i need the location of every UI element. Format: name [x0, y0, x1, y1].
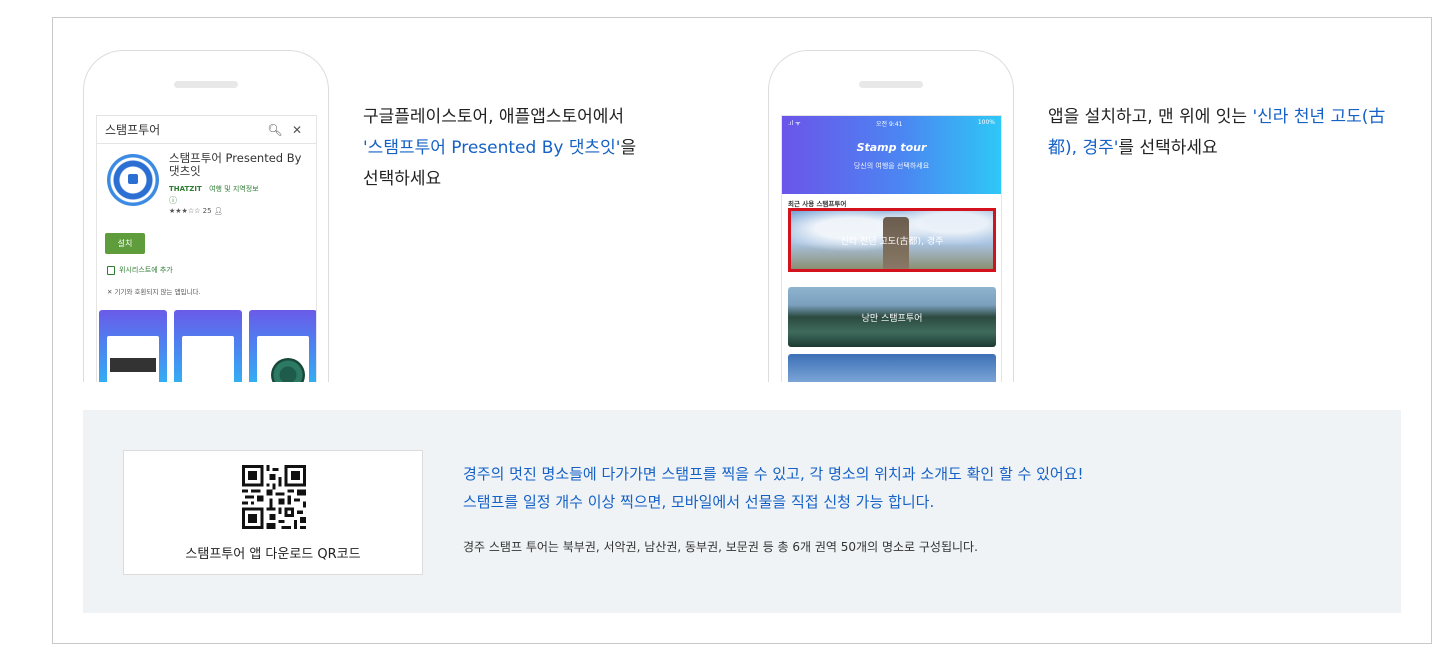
- stamptour-phone-mockup: .ıl ᯤ 오전 9:41 100% Stamp tour 당신의 여행을 선택…: [768, 50, 1014, 382]
- stamptour-app-logo-icon: [107, 154, 159, 206]
- tour-card-gyeongju-selected: 신라 천년 고도(古都), 경주: [788, 208, 996, 272]
- playstore-screenshots: [99, 310, 316, 382]
- info-icon: ⓘ: [169, 196, 177, 205]
- app-screenshot: [249, 310, 316, 382]
- stamptour-screen: .ıl ᯤ 오전 9:41 100% Stamp tour 당신의 여행을 선택…: [781, 115, 1002, 382]
- playstore-rating: ★★★☆☆ 25 👤︎: [169, 207, 223, 215]
- playstore-wishlist: 위시리스트에 추가: [107, 265, 173, 275]
- status-bar: .ıl ᯤ 오전 9:41 100%: [782, 116, 1001, 131]
- playstore-compat-note: ✕ 기기와 호환되지 않는 앱입니다.: [107, 288, 201, 296]
- status-time: 오전 9:41: [876, 121, 903, 128]
- step1-line2: '스탬프투어 Presented By 댓츠잇'을: [363, 138, 637, 158]
- stamptour-subtitle: 당신의 여행을 선택하세요: [853, 162, 930, 170]
- info-sub-text: 경주 스탬프 투어는 북부권, 서악권, 남산권, 동부권, 보문권 등 총 6…: [463, 540, 978, 554]
- info-main-text: 경주의 멋진 명소들에 다가가면 스탬프를 찍을 수 있고, 각 명소의 위치과…: [463, 460, 1084, 516]
- playstore-install-button: 설치: [105, 233, 145, 254]
- status-battery: 100%: [977, 119, 995, 126]
- tour-card-partial: [788, 354, 996, 382]
- tour-card-romance: 낭만 스탬프투어: [788, 287, 996, 347]
- phone-speaker: [174, 81, 238, 88]
- signal-wifi-icon: .ıl ᯤ: [788, 120, 801, 127]
- playstore-app-listing: 스탬프투어 Presented By 댓츠잇 THATZIT 여행 및 지역정보…: [97, 144, 316, 234]
- playstore-search-bar: 스탬프투어 🔍︎ ✕: [97, 116, 316, 144]
- playstore-app-name: 스탬프투어 Presented By 댓츠잇: [169, 151, 302, 178]
- recent-tours-label: 최근 사용 스탬프투어: [788, 200, 847, 208]
- search-icon: 🔍︎: [267, 122, 283, 137]
- playstore-phone-mockup: 스탬프투어 🔍︎ ✕ 스탬프투어 Presented By 댓츠잇 THATZI…: [83, 50, 329, 382]
- playstore-screen: 스탬프투어 🔍︎ ✕ 스탬프투어 Presented By 댓츠잇 THATZI…: [96, 115, 317, 382]
- close-icon: ✕: [291, 122, 303, 137]
- qr-caption: 스탬프투어 앱 다운로드 QR코드: [185, 547, 361, 562]
- phone-speaker: [859, 81, 923, 88]
- step1-line3: 선택하세요: [363, 169, 442, 189]
- info-line2: 스탬프를 일정 개수 이상 찍으면, 모바일에서 선물을 직접 신청 가능 합니…: [463, 493, 935, 511]
- info-panel: 스탬프투어 앱 다운로드 QR코드 경주의 멋진 명소들에 다가가면 스탬프를 …: [83, 410, 1401, 613]
- info-line1: 경주의 멋진 명소들에 다가가면 스탬프를 찍을 수 있고, 각 명소의 위치과…: [463, 465, 1084, 483]
- playstore-search-query: 스탬프투어: [105, 123, 161, 137]
- step2-instruction: 앱을 설치하고, 맨 위에 잇는 '신라 천년 고도(古都), 경주'를 선택하…: [1048, 107, 1386, 158]
- step1-instruction: 구글플레이스토어, 애플앱스토어에서 '스탬프투어 Presented By 댓…: [363, 102, 693, 195]
- stamptour-header: .ıl ᯤ 오전 9:41 100% Stamp tour 당신의 여행을 선택…: [782, 116, 1001, 194]
- qr-download-box: 스탬프투어 앱 다운로드 QR코드: [123, 450, 423, 575]
- step1-line1: 구글플레이스토어, 애플앱스토어에서: [363, 107, 625, 127]
- step1-app-name-highlight: '스탬프투어 Presented By 댓츠잇': [363, 138, 621, 158]
- stamptour-title: Stamp tour: [856, 141, 927, 154]
- app-screenshot: [174, 310, 242, 382]
- download-guide-frame: 스탬프투어 🔍︎ ✕ 스탬프투어 Presented By 댓츠잇 THATZI…: [52, 17, 1432, 644]
- qr-code-icon: [242, 465, 306, 529]
- bookmark-icon: [107, 265, 115, 275]
- app-screenshot: [99, 310, 167, 382]
- playstore-app-developer: THATZIT 여행 및 지역정보: [169, 185, 259, 193]
